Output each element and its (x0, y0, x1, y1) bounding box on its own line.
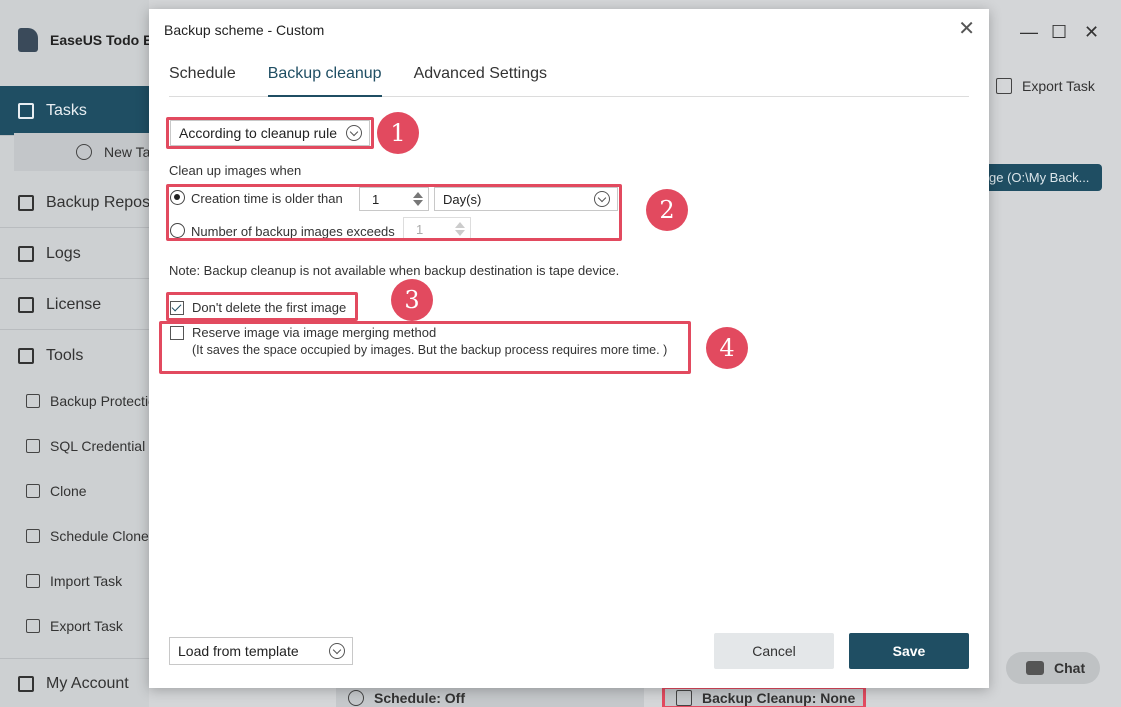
highlight-box-2 (166, 184, 622, 241)
schedule-clone-icon (26, 529, 40, 543)
sql-credential-icon (26, 439, 40, 453)
cleanup-status-label: Backup Cleanup: None (702, 689, 856, 706)
backup-protection-icon (26, 394, 40, 408)
annotation-badge-2: 2 (646, 189, 688, 231)
clock-icon (348, 689, 364, 706)
maximize-icon[interactable]: ☐ (1051, 22, 1067, 43)
annotation-badge-1: 1 (377, 112, 419, 154)
dialog-title: Backup scheme - Custom (164, 22, 325, 38)
app-title: EaseUS Todo Ba (50, 32, 161, 48)
repository-icon (18, 194, 34, 211)
tool-label: Export Task (50, 618, 123, 634)
chat-button[interactable]: Chat (1006, 652, 1100, 684)
tool-item[interactable]: SQL Credential I (0, 424, 149, 468)
tool-item[interactable]: Clone (0, 469, 149, 513)
account-icon (18, 675, 34, 692)
nav-my-account[interactable]: My Account (0, 658, 149, 707)
schedule-status-label: Schedule: Off (374, 689, 466, 706)
chat-label: Chat (1054, 660, 1086, 676)
tools-icon (18, 348, 34, 364)
nav-tools[interactable]: Tools (0, 331, 149, 381)
export-task-button[interactable]: Export Task (996, 78, 1095, 94)
export-task-icon (26, 619, 40, 633)
plus-icon (76, 144, 92, 160)
tab-schedule[interactable]: Schedule (169, 65, 236, 97)
chat-icon (1026, 661, 1044, 675)
export-task-label: Export Task (1022, 78, 1095, 94)
tool-label: Schedule Clone (50, 528, 149, 544)
save-button[interactable]: Save (849, 633, 969, 669)
tool-label: Import Task (50, 573, 123, 589)
tab-bar: Schedule Backup cleanup Advanced Setting… (169, 65, 969, 97)
new-task-label: New Ta (104, 144, 149, 160)
clean-up-heading: Clean up images when (169, 163, 302, 178)
app-logo: EaseUS Todo Ba (18, 28, 161, 52)
export-icon (996, 78, 1012, 94)
tool-item[interactable]: Schedule Clone (0, 514, 149, 558)
schedule-status-card[interactable]: Schedule: Off (336, 688, 644, 707)
close-window-icon[interactable]: ✕ (1084, 22, 1099, 43)
license-icon (18, 296, 34, 313)
highlight-box-1 (166, 117, 374, 149)
clone-icon (26, 484, 40, 498)
chevron-down-icon (329, 643, 345, 659)
tasks-icon (18, 102, 34, 119)
close-icon[interactable]: ✕ (958, 19, 975, 39)
nav-license-label: License (46, 295, 102, 313)
tool-label: Backup Protectio (50, 393, 149, 409)
annotation-badge-4: 4 (706, 327, 748, 369)
new-task-button[interactable]: New Ta (14, 133, 149, 171)
logs-icon (18, 245, 34, 262)
tab-backup-cleanup[interactable]: Backup cleanup (267, 65, 382, 97)
backup-scheme-dialog: Backup scheme - Custom ✕ Schedule Backup… (149, 9, 989, 688)
tape-note: Note: Backup cleanup is not available wh… (169, 263, 620, 278)
trash-icon (676, 689, 692, 706)
tool-item[interactable]: Export Task (0, 604, 149, 648)
sidebar: EaseUS Todo Ba Tasks New Ta Backup Repos… (0, 0, 161, 707)
nav-tools-label: Tools (46, 347, 84, 364)
tab-advanced-settings[interactable]: Advanced Settings (414, 65, 547, 97)
nav-tasks-label: Tasks (46, 101, 87, 119)
destination-pill[interactable]: ge (O:\My Back... (989, 164, 1102, 191)
tool-label: Clone (50, 483, 87, 499)
nav-tasks[interactable]: Tasks (0, 86, 149, 136)
nav-logs[interactable]: Logs (0, 229, 149, 279)
easeus-logo-icon (18, 28, 38, 52)
tool-item[interactable]: Backup Protectio (0, 379, 149, 423)
nav-backup-repository-label: Backup Reposit (46, 193, 149, 211)
import-task-icon (26, 574, 40, 588)
minimize-icon[interactable]: — (1020, 22, 1038, 43)
load-template-select[interactable]: Load from template (169, 637, 353, 665)
cancel-button[interactable]: Cancel (714, 633, 834, 669)
tool-label: SQL Credential I (50, 438, 149, 454)
destination-label: ge (O:\My Back... (989, 170, 1090, 185)
nav-license[interactable]: License (0, 280, 149, 330)
highlight-box-4 (159, 321, 691, 374)
nav-backup-repository[interactable]: Backup Reposit (0, 178, 149, 228)
annotation-badge-3: 3 (391, 279, 433, 321)
cleanup-status-card[interactable]: Backup Cleanup: None (662, 686, 866, 707)
nav-my-account-label: My Account (46, 674, 129, 692)
nav-logs-label: Logs (46, 244, 81, 262)
highlight-box-3 (166, 292, 358, 321)
tool-item[interactable]: Import Task (0, 559, 149, 603)
load-template-label: Load from template (178, 643, 299, 659)
